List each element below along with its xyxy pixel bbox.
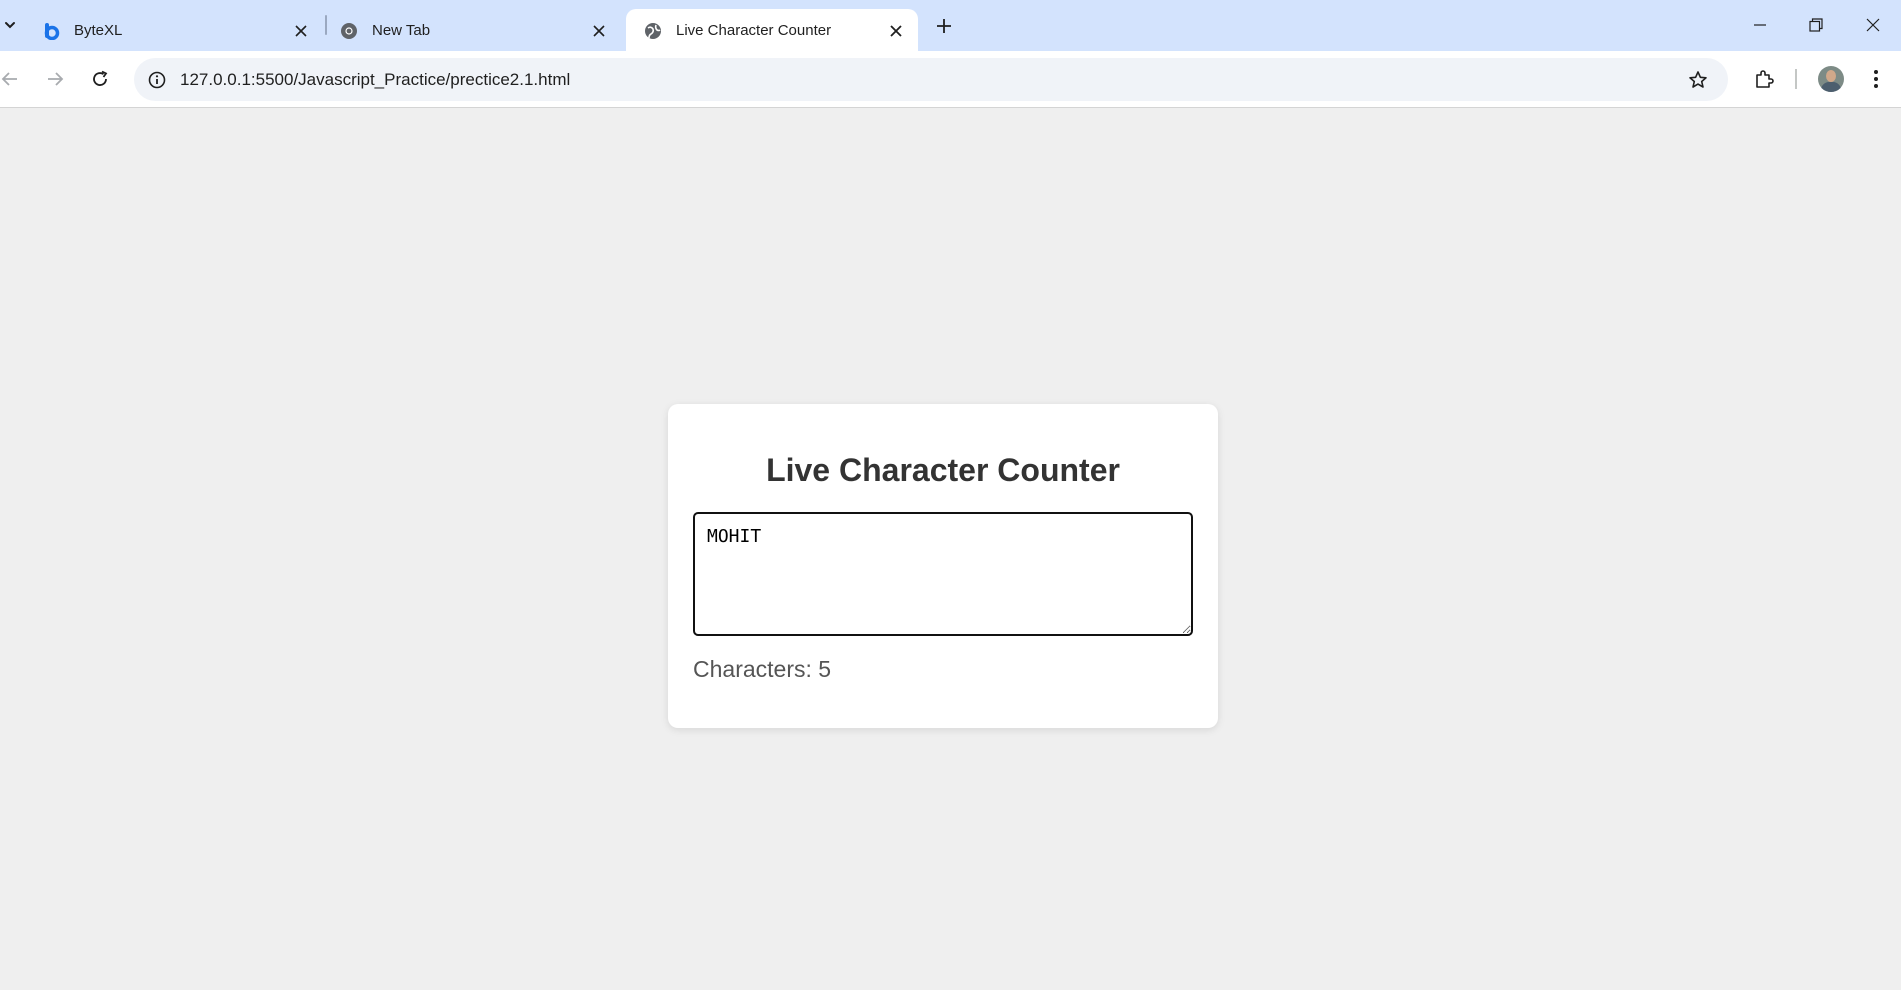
tab-title: New Tab: [372, 22, 431, 39]
tab-new-tab[interactable]: New Tab: [322, 9, 618, 51]
tab-search-chevron-icon[interactable]: [0, 13, 20, 37]
minimize-icon[interactable]: [1732, 8, 1788, 42]
close-icon[interactable]: [589, 21, 609, 41]
tab-bytexl[interactable]: ByteXL: [24, 9, 320, 51]
counter-card: Live Character Counter MOHIT Characters:…: [668, 404, 1218, 728]
close-icon[interactable]: [291, 21, 311, 41]
new-tab-plus-icon[interactable]: [930, 13, 958, 39]
reload-icon[interactable]: [84, 63, 116, 95]
back-arrow-icon[interactable]: [0, 63, 26, 95]
avatar-shirt: [1821, 82, 1841, 92]
site-info-icon[interactable]: [146, 69, 168, 91]
page-title: Live Character Counter: [766, 452, 1120, 488]
chrome-icon: [340, 22, 358, 40]
address-bar[interactable]: 127.0.0.1:5500/Javascript_Practice/prect…: [134, 58, 1728, 101]
bytexl-logo-icon: [42, 22, 60, 41]
text-input-area[interactable]: MOHIT: [693, 512, 1193, 636]
tab-title: ByteXL: [74, 22, 123, 39]
extensions-puzzle-icon[interactable]: [1748, 63, 1780, 95]
close-icon[interactable]: [886, 21, 906, 41]
tab-live-character-counter[interactable]: Live Character Counter: [626, 9, 918, 51]
forward-arrow-icon[interactable]: [39, 63, 71, 95]
profile-avatar[interactable]: [1818, 66, 1844, 92]
restore-icon[interactable]: [1788, 8, 1844, 42]
window-close-icon[interactable]: [1845, 8, 1901, 42]
more-menu-icon[interactable]: [1860, 63, 1892, 95]
globe-icon: [644, 22, 662, 40]
avatar-face: [1826, 70, 1836, 82]
toolbar-divider: [1795, 69, 1797, 89]
tab-title: Live Character Counter: [676, 22, 832, 39]
bookmark-star-icon[interactable]: [1686, 68, 1710, 92]
character-count: Characters: 5: [693, 656, 832, 682]
tab-strip: ByteXL New Tab Live Character Counter: [0, 0, 1901, 51]
url-text: 127.0.0.1:5500/Javascript_Practice/prect…: [180, 70, 571, 89]
